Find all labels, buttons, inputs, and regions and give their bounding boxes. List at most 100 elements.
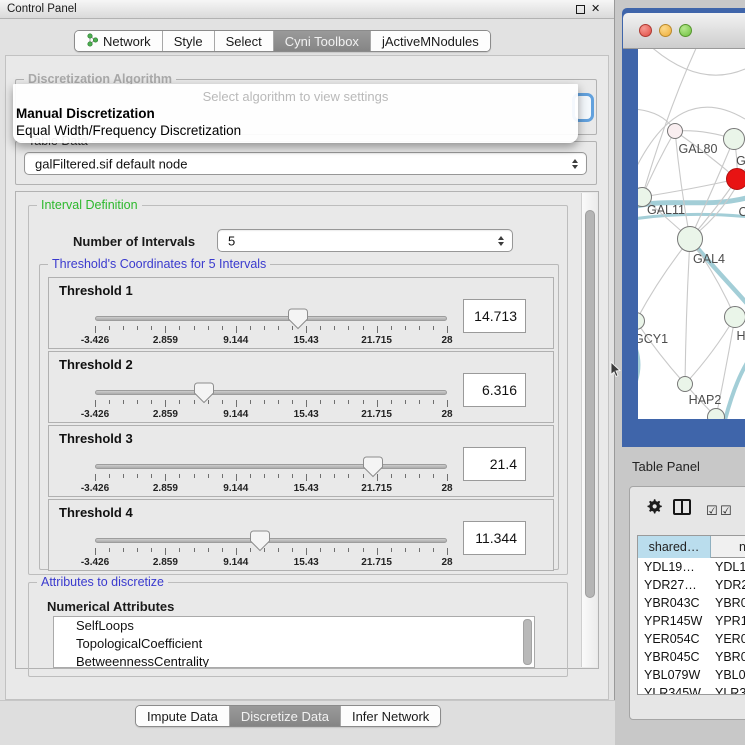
threshold-slider[interactable]: -3.4262.8599.14415.4321.71528 [95,278,447,350]
close-icon[interactable]: ✕ [591,2,600,15]
slider-tick [95,548,96,555]
zoom-traffic-light-icon[interactable] [679,24,692,37]
network-icon [86,33,99,50]
threshold-value-field[interactable]: 6.316 [463,373,526,407]
network-node[interactable] [723,128,745,150]
slider-tick [236,548,237,555]
table-row[interactable]: YPR145WYPR1 [638,612,745,630]
slider-tick [137,326,138,330]
table-row[interactable]: YDL19…YDL1 [638,558,745,576]
threshold-value-field[interactable]: 11.344 [463,521,526,555]
slider-tick [377,548,378,555]
algorithm-option-manual[interactable]: Manual Discretization [16,106,155,121]
vertical-scrollbar-thumb[interactable] [585,210,595,598]
float-window-icon[interactable] [576,5,585,14]
table-row[interactable]: YER054CYER0 [638,630,745,648]
slider-tick [137,400,138,404]
split-view-icon[interactable] [673,499,691,515]
slider-tick [433,400,434,404]
slider-tick [377,326,378,333]
slider-thumb[interactable] [363,456,383,478]
slider-tick [236,326,237,333]
tab-impute-data[interactable]: Impute Data [136,706,230,726]
slider-tick [151,400,152,404]
slider-tick [377,400,378,407]
number-of-intervals-spinner[interactable]: 5 [217,229,513,252]
slider-tick-label: 15.43 [284,409,328,420]
network-node[interactable] [667,123,683,139]
tab-cyni-toolbox[interactable]: Cyni Toolbox [274,31,371,51]
slider-tick [348,400,349,404]
checkbox-checked-icon[interactable]: ☑ [706,503,718,519]
attribute-list-item[interactable]: TopologicalCoefficient [54,635,534,653]
slider-tick [165,326,166,333]
slider-tick [278,400,279,404]
tab-network[interactable]: Network [75,31,163,51]
slider-tick-label: -3.426 [73,335,117,346]
column-header-name[interactable]: n [711,536,745,558]
slider-tick [250,400,251,404]
threshold-value-field[interactable]: 21.4 [463,447,526,481]
slider-thumb[interactable] [194,382,214,404]
network-node[interactable] [677,226,703,252]
network-node[interactable] [677,376,693,392]
tab-infer-network[interactable]: Infer Network [341,706,440,726]
slider-tick-label: 28 [425,483,469,494]
slider-tick [306,474,307,481]
tab-discretize-data[interactable]: Discretize Data [230,706,341,726]
slider-tick [447,400,448,407]
table-data-combobox[interactable]: galFiltered.sif default node [24,152,587,175]
network-node-red[interactable] [726,168,745,190]
tab-style[interactable]: Style [163,31,215,51]
minimize-traffic-light-icon[interactable] [659,24,672,37]
attribute-list-item[interactable]: BetweennessCentrality [54,653,534,668]
slider-tick [179,326,180,330]
attribute-list-item[interactable]: SelfLoops [54,617,534,635]
slider-thumb[interactable] [250,530,270,552]
cell-name: YER0 [715,630,745,648]
vertical-scrollbar[interactable] [581,193,597,667]
slider-tick-label: 21.715 [355,483,399,494]
cell-shared-name: YBL079W [644,666,700,684]
threshold-slider[interactable]: -3.4262.8599.14415.4321.71528 [95,426,447,498]
gear-icon[interactable] [644,496,664,516]
slider-tick [278,474,279,478]
slider-tick [433,548,434,552]
table-row[interactable]: YBR045CYBR0 [638,648,745,666]
list-scrollbar-thumb[interactable] [523,619,532,665]
slider-tick [363,326,364,330]
numerical-attributes-list[interactable]: SelfLoopsTopologicalCoefficientBetweenne… [53,616,535,668]
threshold-slider[interactable]: -3.4262.8599.14415.4321.71528 [95,352,447,424]
table-row[interactable]: YBR043CYBR0 [638,594,745,612]
slider-tick [236,474,237,481]
slider-track[interactable] [95,316,447,321]
slider-track[interactable] [95,390,447,395]
slider-tick [194,326,195,330]
network-canvas[interactable]: GAL80GCGAL11GAL4GCY1HHAP2 [638,49,745,419]
slider-thumb[interactable] [288,308,308,330]
slider-track[interactable] [95,538,447,543]
slider-track[interactable] [95,464,447,469]
network-node[interactable] [707,408,725,419]
threshold-panel-4: Threshold 4-3.4262.8599.14415.4321.71528… [48,499,554,571]
slider-tick [292,548,293,552]
slider-tick-label: 28 [425,557,469,568]
threshold-panel-3: Threshold 3-3.4262.8599.14415.4321.71528… [48,425,554,497]
table-row[interactable]: YLR345WYLR3 [638,684,745,695]
close-traffic-light-icon[interactable] [639,24,652,37]
tab-jactivemnodules[interactable]: jActiveMNodules [371,31,490,51]
network-node[interactable] [724,306,745,328]
checkbox-checked-icon[interactable]: ☑ [720,503,732,519]
threshold-slider[interactable]: -3.4262.8599.14415.4321.71528 [95,500,447,572]
threshold-value-field[interactable]: 14.713 [463,299,526,333]
table-row[interactable]: YBL079WYBL0 [638,666,745,684]
column-header-shared-name[interactable]: shared… [638,536,711,558]
algorithm-option-equal-width[interactable]: Equal Width/Frequency Discretization [16,123,241,138]
tab-select[interactable]: Select [215,31,274,51]
mouse-cursor [609,361,622,379]
slider-tick-label: 21.715 [355,409,399,420]
table-row[interactable]: YDR27…YDR2 [638,576,745,594]
slider-tick [334,474,335,478]
slider-tick [236,400,237,407]
cell-shared-name: YPR145W [644,612,702,630]
